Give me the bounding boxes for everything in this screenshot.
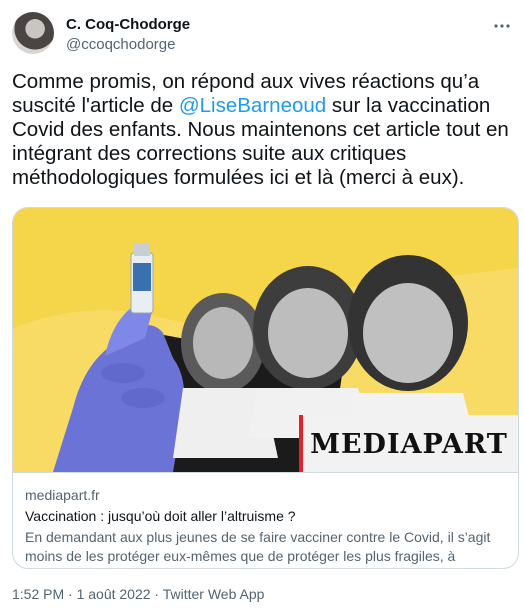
tweet-header: C. Coq-Chodorge @ccoqchodorge bbox=[12, 12, 512, 60]
tweet-text: Comme promis, on répond aux vives réacti… bbox=[12, 70, 512, 190]
mediapart-logo: MEDIAPART bbox=[310, 429, 508, 460]
card-description: En demandant aux plus jeunes de se faire… bbox=[25, 529, 491, 568]
author-handle[interactable]: @ccoqchodorge bbox=[66, 36, 175, 53]
more-options-icon[interactable] bbox=[492, 16, 512, 41]
mention-link[interactable]: @LiseBarneoud bbox=[179, 94, 326, 117]
author-name[interactable]: C. Coq-Chodorge bbox=[66, 16, 190, 33]
card-image[interactable]: MEDIAPART bbox=[13, 208, 518, 472]
link-card[interactable]: MEDIAPART mediapart.fr Vaccination : jus… bbox=[12, 207, 519, 569]
card-domain: mediapart.fr bbox=[25, 487, 100, 503]
tweet-timestamp[interactable]: 1:52 PM · 1 août 2022 · Twitter Web App bbox=[12, 586, 264, 602]
card-title: Vaccination : jusqu’où doit aller l’altr… bbox=[25, 508, 296, 524]
avatar[interactable] bbox=[12, 12, 54, 54]
card-meta[interactable]: mediapart.fr Vaccination : jusqu’où doit… bbox=[13, 472, 518, 568]
